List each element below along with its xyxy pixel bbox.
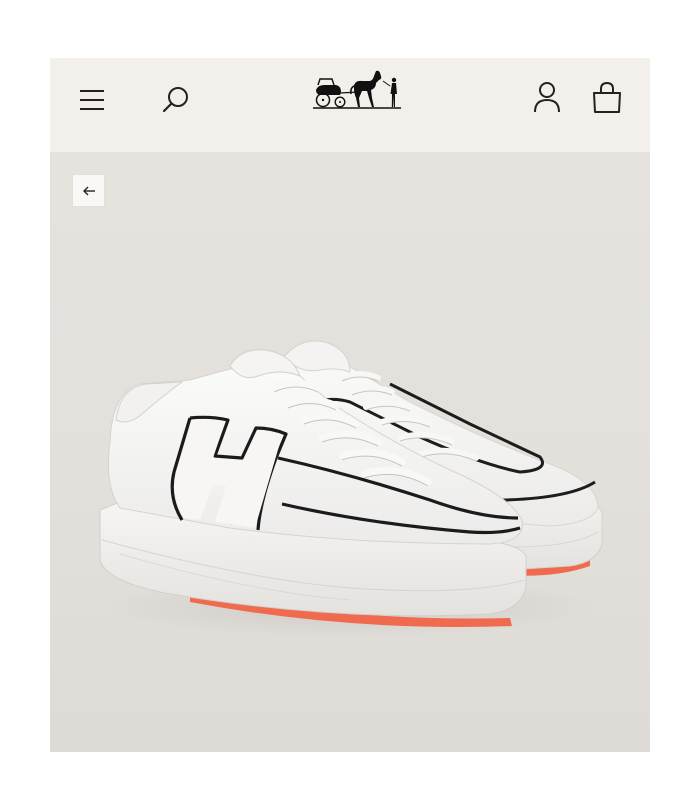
product-image	[99, 340, 603, 637]
product-gallery	[50, 152, 650, 752]
menu-icon[interactable]	[77, 86, 107, 116]
user-icon[interactable]	[532, 80, 562, 114]
left-sneaker	[99, 349, 527, 627]
back-button[interactable]	[72, 174, 105, 207]
site-header	[50, 58, 650, 152]
carriage-logo[interactable]	[310, 68, 404, 112]
arrow-left-icon	[82, 186, 95, 195]
shopping-bag-icon[interactable]	[591, 80, 623, 114]
product-page	[50, 58, 650, 752]
search-icon[interactable]	[160, 83, 192, 117]
